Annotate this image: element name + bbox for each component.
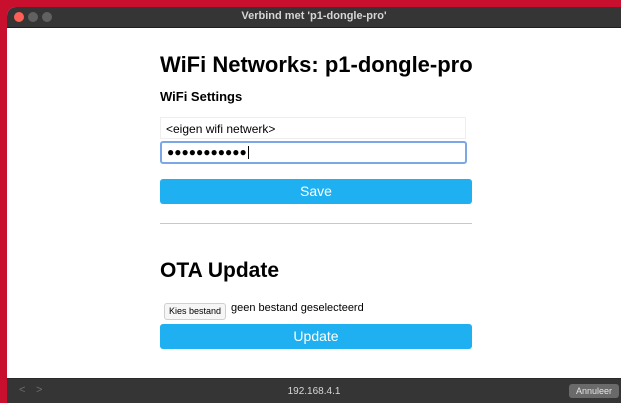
choose-file-button[interactable]: Kies bestand: [164, 303, 227, 320]
ota-update-heading: OTA Update: [160, 259, 279, 282]
password-value: ●●●●●●●●●●●: [167, 145, 247, 159]
ssid-input[interactable]: <eigen wifi netwerk>: [160, 117, 466, 139]
title-bar: Verbind met 'p1-dongle-pro': [7, 7, 621, 28]
text-caret: [247, 146, 249, 160]
wifi-settings-heading: WiFi Settings: [160, 89, 243, 104]
page-content: WiFi Networks: p1-dongle-pro WiFi Settin…: [7, 28, 621, 378]
page-title: WiFi Networks: p1-dongle-pro: [160, 52, 473, 77]
bottom-bar: < > 192.168.4.1 Annuleer: [7, 378, 621, 403]
url-label: 192.168.4.1: [287, 386, 341, 397]
file-status-label: geen bestand geselecteerd: [231, 302, 364, 314]
section-divider: [160, 223, 472, 224]
window-title: Verbind met 'p1-dongle-pro': [241, 10, 387, 22]
save-button[interactable]: Save: [160, 179, 472, 204]
update-button[interactable]: Update: [160, 324, 472, 349]
captive-portal-window: Verbind met 'p1-dongle-pro' WiFi Network…: [7, 7, 621, 403]
cancel-button[interactable]: Annuleer: [569, 384, 619, 398]
password-input[interactable]: ●●●●●●●●●●●: [160, 141, 467, 164]
